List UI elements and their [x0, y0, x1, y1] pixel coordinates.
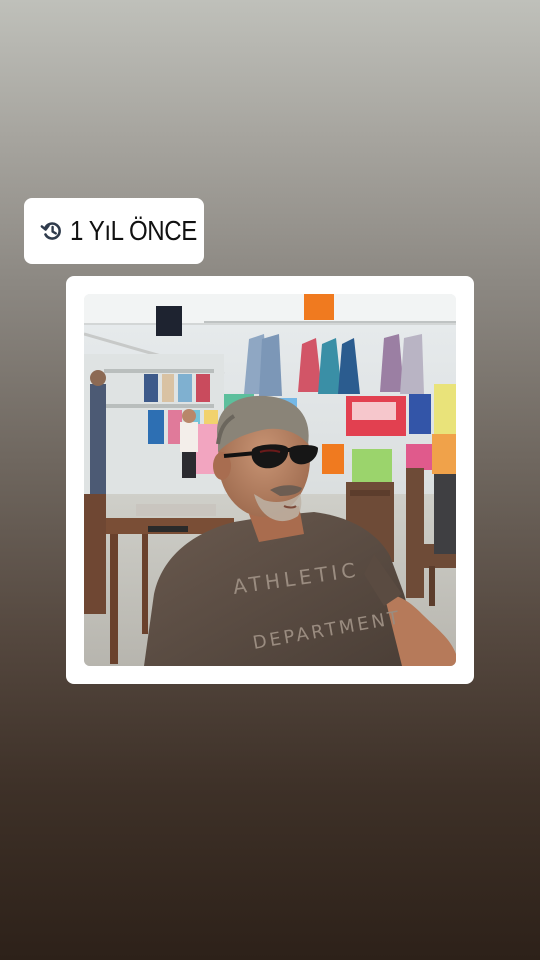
photo-frame[interactable]: ATHLETIC DEPARTMENT [66, 276, 474, 684]
story-canvas: 1 YıL ÖNCE ATHLETIC DEPARTMENT [0, 0, 540, 960]
memory-sticker[interactable]: 1 YıL ÖNCE [24, 198, 204, 264]
memory-label: 1 YıL ÖNCE [70, 215, 197, 246]
history-icon [40, 219, 64, 243]
memory-photo: ATHLETIC DEPARTMENT [84, 294, 456, 666]
